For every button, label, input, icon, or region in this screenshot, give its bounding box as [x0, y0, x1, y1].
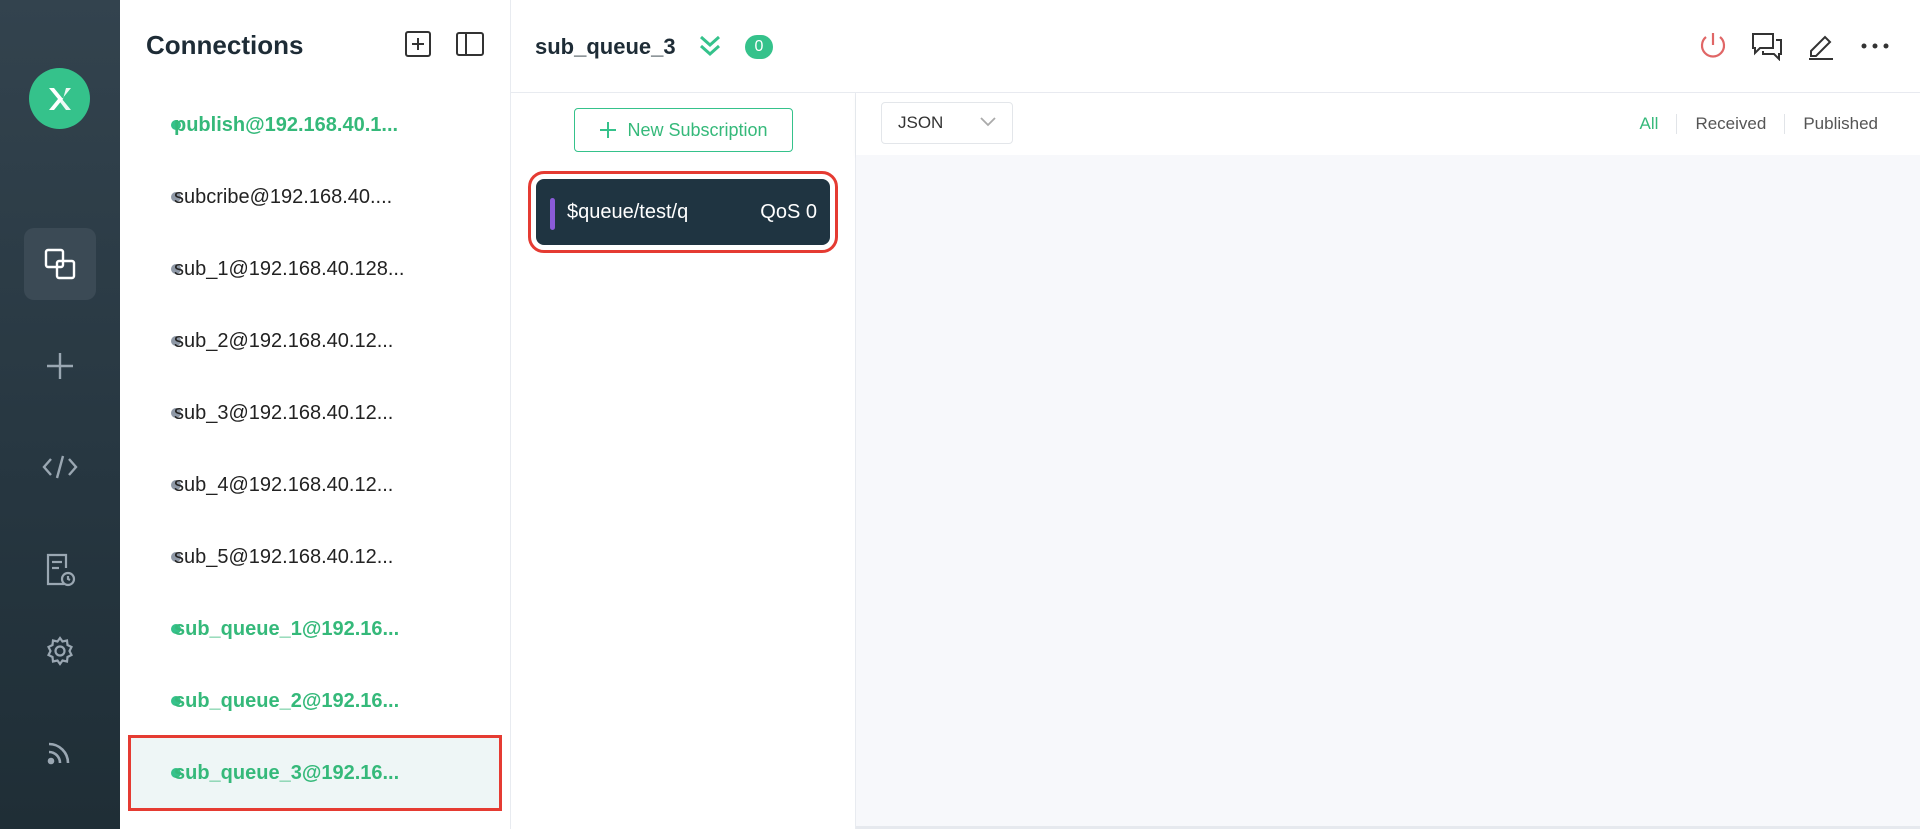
connections-panel: Connections publish@192.168.40.1... subc…	[120, 0, 511, 829]
filter-all[interactable]: All	[1622, 114, 1677, 134]
payload-format-select[interactable]: JSON	[881, 102, 1013, 144]
connection-item[interactable]: sub_1@192.168.40.128...	[130, 233, 500, 305]
subscription-qos: QoS 0	[760, 201, 817, 223]
payload-format-value: JSON	[898, 113, 944, 132]
feed-icon[interactable]	[24, 716, 96, 788]
connection-item[interactable]: sub_5@192.168.40.12...	[130, 521, 500, 593]
connections-title: Connections	[146, 30, 304, 60]
connection-item-selected[interactable]: sub_queue_3@192.16...	[128, 735, 502, 811]
chat-icon[interactable]	[1749, 28, 1785, 64]
chevron-down-icon	[980, 117, 996, 127]
connection-header: sub_queue_3 0	[511, 0, 1920, 93]
toggle-sidebar-icon[interactable]	[454, 28, 486, 60]
subscriptions-panel: New Subscription $queue/test/q QoS 0	[511, 93, 856, 829]
connection-item[interactable]: sub_3@192.168.40.12...	[130, 377, 500, 449]
message-filter: All Received Published	[1622, 114, 1896, 134]
new-subscription-label: New Subscription	[627, 119, 768, 140]
disconnect-icon[interactable]	[1695, 28, 1731, 64]
script-icon[interactable]	[24, 431, 96, 503]
connection-title: sub_queue_3	[535, 34, 676, 59]
filter-published[interactable]: Published	[1784, 114, 1896, 134]
edit-icon[interactable]	[1803, 28, 1839, 64]
messages-toolbar: JSON All Received Published	[856, 93, 1920, 155]
expand-chevron-icon[interactable]	[697, 32, 723, 65]
filter-received[interactable]: Received	[1676, 114, 1784, 134]
connection-item[interactable]: subcribe@192.168.40....	[130, 161, 500, 233]
connection-item[interactable]: sub_4@192.168.40.12...	[130, 449, 500, 521]
new-subscription-button[interactable]: New Subscription	[574, 108, 793, 152]
plus-icon	[600, 122, 617, 138]
settings-icon[interactable]	[24, 615, 96, 687]
more-icon[interactable]	[1857, 28, 1893, 64]
subscription-topic: $queue/test/q	[567, 201, 689, 223]
logo-icon[interactable]	[29, 68, 90, 129]
connection-item[interactable]: publish@192.168.40.1...	[130, 89, 500, 161]
connection-list: publish@192.168.40.1... subcribe@192.168…	[128, 89, 502, 811]
log-icon[interactable]	[24, 534, 96, 606]
nav-rail	[0, 0, 120, 829]
connection-item[interactable]: sub_queue_1@192.16...	[130, 593, 500, 665]
connections-icon[interactable]	[24, 228, 96, 300]
connection-item[interactable]: sub_queue_2@192.16...	[130, 665, 500, 737]
subscription-item[interactable]: $queue/test/q QoS 0	[528, 171, 838, 253]
message-count-badge: 0	[745, 35, 773, 59]
subscription-color-bar	[550, 198, 555, 230]
new-connection-icon[interactable]	[24, 330, 96, 402]
add-connection-icon[interactable]	[402, 28, 434, 60]
message-list	[856, 155, 1920, 827]
connection-item[interactable]: sub_2@192.168.40.12...	[130, 305, 500, 377]
